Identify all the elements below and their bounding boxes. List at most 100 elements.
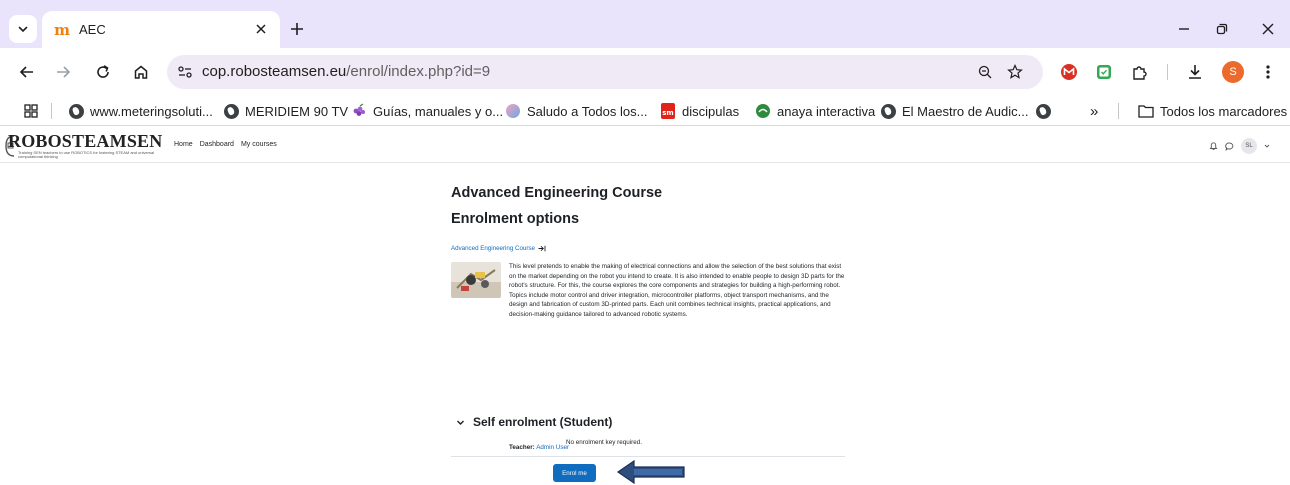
site-logo[interactable]: ROBOSTEAMSEN Training SEN teachers to us…: [4, 131, 164, 159]
bookmarks-separator: [51, 103, 52, 119]
bookmarks-overflow-button[interactable]: »: [1090, 101, 1098, 121]
all-bookmarks-label: Todos los marcadores: [1160, 103, 1288, 119]
close-window-button[interactable]: [1256, 17, 1280, 41]
enrolment-options-heading: Enrolment options: [451, 211, 580, 227]
enrol-me-button[interactable]: Enrol me: [553, 464, 596, 482]
self-enrolment-toggle[interactable]: Self enrolment (Student): [456, 415, 612, 429]
course-link-label: Advanced Engineering Course: [451, 245, 535, 252]
bookmarks-bar: www.meteringsoluti... MERIDIEM 90 TV Guí…: [0, 96, 1290, 126]
bookmark-item[interactable]: MERIDIEM 90 TV: [223, 101, 348, 121]
reload-icon: [97, 65, 109, 78]
primary-nav: Home Dashboard My courses: [174, 141, 277, 148]
nav-dashboard[interactable]: Dashboard: [200, 141, 234, 148]
bookmark-item[interactable]: [1035, 101, 1057, 121]
site-info-icon[interactable]: [175, 62, 195, 82]
site-navbar: ROBOSTEAMSEN Training SEN teachers to us…: [0, 127, 1290, 163]
enter-arrow-icon: [538, 245, 546, 252]
close-icon: [256, 24, 266, 34]
tab-close-button[interactable]: [252, 20, 270, 38]
home-button[interactable]: [130, 61, 152, 83]
teacher-link[interactable]: Admin User: [536, 444, 569, 451]
bookmark-label: El Maestro de Audic...: [902, 103, 1029, 119]
folder-icon: [1138, 103, 1154, 119]
site-brand: ROBOSTEAMSEN: [8, 131, 163, 151]
globe-icon: [880, 103, 896, 119]
course-summary-text: This level pretends to enable the making…: [509, 263, 845, 318]
forward-button[interactable]: [52, 61, 74, 83]
web-page: ROBOSTEAMSEN Training SEN teachers to us…: [0, 127, 1290, 485]
nav-my-courses[interactable]: My courses: [241, 141, 277, 148]
bookmark-label: anaya interactiva: [777, 103, 876, 119]
toolbar-separator: [1167, 64, 1168, 80]
new-tab-button[interactable]: [287, 19, 307, 39]
minimize-button[interactable]: [1172, 17, 1196, 41]
tab-title: AEC: [79, 22, 106, 37]
bell-icon[interactable]: [1209, 141, 1218, 151]
globe-icon: [68, 103, 84, 119]
course-link[interactable]: Advanced Engineering Course: [451, 245, 847, 252]
chat-bubble-icon[interactable]: [1225, 142, 1234, 151]
caret-down-icon[interactable]: [1264, 143, 1270, 149]
bookmark-item[interactable]: anaya interactiva: [755, 101, 875, 121]
bookmark-item[interactable]: Saludo a Todos los...: [505, 101, 647, 121]
browser-toolbar: cop.robosteamsen.eu/enrol/index.php?id=9…: [0, 48, 1290, 96]
bookmark-item[interactable]: www.meteringsoluti...: [68, 101, 213, 121]
bookmark-label: www.meteringsoluti...: [90, 103, 213, 119]
apps-grid-icon: [24, 104, 38, 118]
user-avatar[interactable]: SL: [1241, 138, 1257, 154]
svg-text:sm: sm: [662, 109, 673, 117]
zoom-icon[interactable]: [975, 62, 995, 82]
close-icon: [1262, 23, 1274, 35]
download-icon[interactable]: [1184, 61, 1206, 83]
gradient-circle-icon: [505, 103, 521, 119]
course-summary: This level pretends to enable the making…: [451, 262, 847, 319]
grapes-icon: [351, 103, 367, 119]
page-title: Advanced Engineering Course: [451, 185, 663, 201]
bookmark-item[interactable]: Guías, manuales y o...: [351, 101, 503, 121]
bookmark-label: MERIDIEM 90 TV: [245, 103, 349, 119]
bookmark-label: Guías, manuales y o...: [373, 103, 504, 119]
tab-search-button[interactable]: [9, 15, 37, 43]
nav-home[interactable]: Home: [174, 141, 193, 148]
bookmark-item[interactable]: El Maestro de Audic...: [880, 101, 1028, 121]
globe-icon: [223, 103, 239, 119]
enrolment-key-note: No enrolment key required.: [566, 439, 642, 446]
section-divider: [451, 456, 845, 457]
menu-kebab-icon[interactable]: [1257, 61, 1279, 83]
moodle-m-icon: m: [54, 20, 70, 39]
teacher-info: Teacher: Admin User: [509, 444, 569, 451]
reload-button[interactable]: [92, 61, 114, 83]
url-text: cop.robosteamsen.eu/enrol/index.php?id=9: [202, 63, 490, 80]
apps-button[interactable]: [24, 101, 38, 121]
extensions-puzzle-icon[interactable]: [1129, 61, 1151, 83]
course-image: [451, 262, 501, 298]
url-host: cop.robosteamsen.eu: [202, 63, 347, 80]
main-content: Advanced Engineering Course Enrolment op…: [451, 185, 847, 451]
bookmark-label: discipulas: [682, 103, 740, 119]
site-tagline: Training SEN teachers to use ROBOTICS fo…: [18, 150, 155, 159]
url-path: /enrol/index.php?id=9: [346, 63, 491, 80]
self-enrolment-title: Self enrolment (Student): [473, 415, 613, 429]
arrow-left-icon: [19, 66, 33, 78]
chevron-down-icon: [457, 420, 464, 425]
address-bar[interactable]: cop.robosteamsen.eu/enrol/index.php?id=9: [167, 55, 1043, 89]
user-nav: SL: [1209, 138, 1270, 154]
browser-tab-active[interactable]: m AEC: [42, 11, 280, 48]
sm-icon: sm: [660, 103, 676, 119]
minimize-icon: [1179, 28, 1189, 30]
extension-mail-icon[interactable]: [1058, 61, 1080, 83]
bookmark-item[interactable]: sm discipulas: [660, 101, 739, 121]
arrow-right-icon: [57, 66, 71, 78]
bookmark-star-icon[interactable]: [1005, 62, 1025, 82]
arrow-left-pointer-icon: [616, 459, 685, 485]
back-button[interactable]: [16, 61, 38, 83]
restore-icon: [1216, 23, 1228, 35]
home-icon: [134, 65, 148, 79]
extension-classroom-icon[interactable]: [1093, 61, 1115, 83]
bookmark-label: Saludo a Todos los...: [527, 103, 648, 119]
green-circle-icon: [755, 103, 771, 119]
restore-button[interactable]: [1210, 17, 1234, 41]
profile-avatar[interactable]: S: [1222, 61, 1244, 83]
bookmarks-separator: [1118, 103, 1119, 119]
all-bookmarks-button[interactable]: Todos los marcadores: [1138, 101, 1287, 121]
